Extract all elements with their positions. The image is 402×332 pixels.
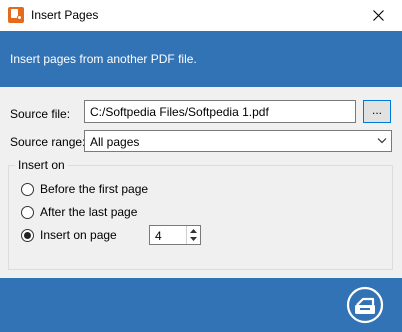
stepper-arrows[interactable] [186,226,200,244]
insert-on-group: Insert on Before the first page After th… [8,158,393,270]
radio-button[interactable] [21,205,34,219]
radio-before-first-page[interactable]: Before the first page [21,181,148,197]
source-range-select[interactable]: All pages [84,130,392,152]
form-panel: Source file: ... Source range: All pages… [0,87,402,278]
page-number-stepper[interactable]: 4 [149,225,201,245]
insert-document-icon [346,286,384,324]
pdf-app-icon [8,7,24,23]
radio-label: After the last page [40,205,138,219]
close-button[interactable] [356,0,402,31]
footer-bar [0,278,402,332]
chevron-down-icon [377,138,387,144]
header-banner: Insert pages from another PDF file. [0,31,402,87]
radio-button-selected[interactable] [21,228,34,242]
window-title: Insert Pages [31,8,99,22]
source-range-label: Source range: [10,135,86,149]
source-range-value: All pages [90,135,140,149]
source-file-input[interactable] [84,100,356,123]
radio-button[interactable] [21,182,34,196]
radio-label: Insert on page [40,228,117,242]
arrow-down-icon[interactable] [189,236,198,242]
insert-on-legend: Insert on [15,158,68,172]
header-description: Insert pages from another PDF file. [10,52,197,66]
arrow-up-icon[interactable] [189,228,198,234]
close-icon [373,10,384,21]
insert-button[interactable] [345,285,385,325]
radio-insert-on-page[interactable]: Insert on page [21,227,117,243]
radio-label: Before the first page [40,182,149,196]
page-number-value: 4 [155,229,162,243]
browse-button[interactable]: ... [363,100,391,123]
source-file-label: Source file: [10,107,71,121]
radio-after-last-page[interactable]: After the last page [21,204,137,220]
title-bar: Insert Pages [0,0,402,31]
